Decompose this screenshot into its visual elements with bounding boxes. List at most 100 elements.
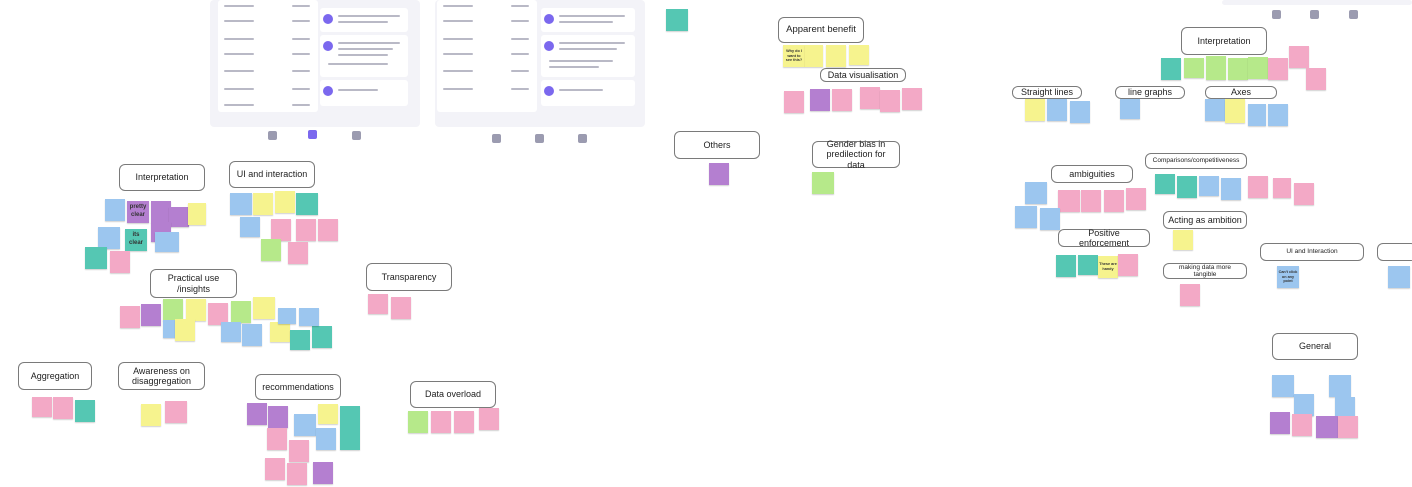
sticky-note[interactable] (340, 406, 360, 428)
sticky-note[interactable] (368, 294, 388, 314)
sticky-note[interactable] (1184, 58, 1204, 78)
sticky-note[interactable] (141, 304, 161, 326)
sticky-note[interactable] (1294, 394, 1314, 416)
sticky-note[interactable] (318, 404, 338, 424)
sticky-note[interactable] (1338, 416, 1358, 438)
label-axes[interactable]: Axes (1205, 86, 1277, 99)
label-ambiguities[interactable]: ambiguities (1051, 165, 1133, 183)
sticky-note[interactable] (299, 308, 319, 326)
sticky-note[interactable] (247, 403, 267, 425)
label-data-overload[interactable]: Data overload (410, 381, 496, 408)
sticky-note[interactable] (288, 242, 308, 264)
sticky-note[interactable] (1221, 178, 1241, 200)
tab-bar-icon[interactable] (492, 134, 501, 143)
label-awareness-disaggregation[interactable]: Awareness on disaggregation (118, 362, 205, 390)
sticky-note[interactable] (1248, 176, 1268, 198)
label-comparisons[interactable]: Comparisons/competitiveness (1145, 153, 1247, 169)
sticky-note[interactable] (1329, 375, 1351, 397)
sticky-note[interactable] (1228, 58, 1248, 80)
sticky-note[interactable] (275, 191, 295, 213)
sticky-note[interactable] (810, 89, 830, 111)
sticky-note[interactable] (316, 428, 336, 450)
label-straight-lines[interactable]: Straight lines (1012, 86, 1082, 99)
sticky-note[interactable] (1056, 255, 1076, 277)
sticky-note[interactable] (479, 408, 499, 430)
sticky-note[interactable] (230, 193, 252, 215)
sticky-note[interactable] (296, 193, 318, 215)
sticky-note[interactable] (849, 45, 869, 65)
sticky-note[interactable] (832, 89, 852, 111)
sticky-note[interactable] (253, 297, 275, 319)
sticky-note[interactable] (1268, 104, 1288, 126)
label-apparent-benefit[interactable]: Apparent benefit (778, 17, 864, 43)
tab-bar-icon[interactable] (535, 134, 544, 143)
sticky-note[interactable] (1070, 101, 1090, 123)
label-making-data-tangible[interactable]: making data more tangible (1163, 263, 1247, 279)
sticky-note[interactable] (163, 299, 183, 321)
sticky-note[interactable] (391, 297, 411, 319)
label-ui-interaction-left[interactable]: UI and interaction (229, 161, 315, 188)
sticky-note[interactable] (1047, 99, 1067, 121)
label-acting-as-ambition[interactable]: Acting as ambition (1163, 211, 1247, 229)
tab-bar-icon[interactable] (308, 130, 317, 139)
tab-bar-icon[interactable] (1272, 10, 1281, 19)
sticky-note[interactable] (265, 458, 285, 480)
tab-bar-icon[interactable] (1310, 10, 1319, 19)
sticky-note[interactable] (1161, 58, 1181, 80)
sticky-note[interactable]: Can't click on any point (1277, 266, 1299, 288)
sticky-note[interactable] (1015, 206, 1037, 228)
sticky-note[interactable] (278, 308, 296, 324)
label-interpretation-right[interactable]: Interpretation (1181, 27, 1267, 55)
sticky-note[interactable] (290, 330, 310, 350)
sticky-note[interactable] (880, 90, 900, 112)
label-general[interactable]: General (1272, 333, 1358, 360)
whiteboard-canvas[interactable]: Apparent benefit Data visualisation Othe… (0, 0, 1412, 487)
sticky-note[interactable] (1078, 255, 1098, 275)
sticky-note[interactable] (155, 232, 179, 252)
sticky-note[interactable] (666, 9, 688, 31)
sticky-note[interactable]: Why do I want to see this? (783, 45, 805, 67)
sticky-note[interactable] (408, 411, 428, 433)
tab-bar-icon[interactable] (578, 134, 587, 143)
sticky-note[interactable] (1199, 176, 1219, 196)
sticky-note[interactable] (454, 411, 474, 433)
sticky-note[interactable] (812, 172, 834, 194)
sticky-note[interactable] (805, 45, 823, 67)
sticky-note[interactable] (1104, 190, 1124, 212)
sticky-note[interactable] (240, 217, 260, 237)
sticky-note[interactable] (1155, 174, 1175, 194)
sticky-note[interactable] (313, 462, 333, 484)
sticky-note[interactable] (1058, 190, 1080, 212)
sticky-note[interactable] (1081, 190, 1101, 212)
sticky-note[interactable] (294, 414, 316, 436)
label-partial-right[interactable] (1377, 243, 1412, 261)
sticky-note[interactable] (98, 227, 120, 249)
sticky-note[interactable] (1268, 58, 1288, 80)
sticky-note[interactable] (1180, 284, 1200, 306)
label-recommendations[interactable]: recommendations (255, 374, 341, 400)
label-line-graphs[interactable]: line graphs (1115, 86, 1185, 99)
sticky-note[interactable] (287, 463, 307, 485)
sticky-note[interactable] (1270, 412, 1290, 434)
label-ui-interaction-right[interactable]: UI and Interaction (1260, 243, 1364, 261)
sticky-note[interactable] (151, 201, 171, 223)
label-interpretation-left[interactable]: Interpretation (119, 164, 205, 191)
tab-bar-icon[interactable] (1349, 10, 1358, 19)
sticky-note[interactable] (231, 301, 251, 323)
sticky-note[interactable] (826, 45, 846, 67)
label-transparency[interactable]: Transparency (366, 263, 452, 291)
sticky-note[interactable] (1388, 266, 1410, 288)
sticky-note[interactable] (188, 203, 206, 225)
sticky-note[interactable] (784, 91, 804, 113)
sticky-note[interactable] (1273, 178, 1291, 198)
label-others[interactable]: Others (674, 131, 760, 159)
sticky-note[interactable] (1173, 230, 1193, 250)
label-data-visualisation[interactable]: Data visualisation (820, 68, 906, 82)
sticky-note[interactable] (253, 193, 273, 215)
sticky-note[interactable] (296, 219, 316, 241)
sticky-note[interactable] (1335, 397, 1355, 417)
sticky-note[interactable] (1225, 99, 1245, 123)
sticky-note[interactable] (1118, 254, 1138, 276)
label-positive-enforcement[interactable]: Positive enforcement (1058, 228, 1150, 248)
sticky-note[interactable] (186, 299, 206, 321)
